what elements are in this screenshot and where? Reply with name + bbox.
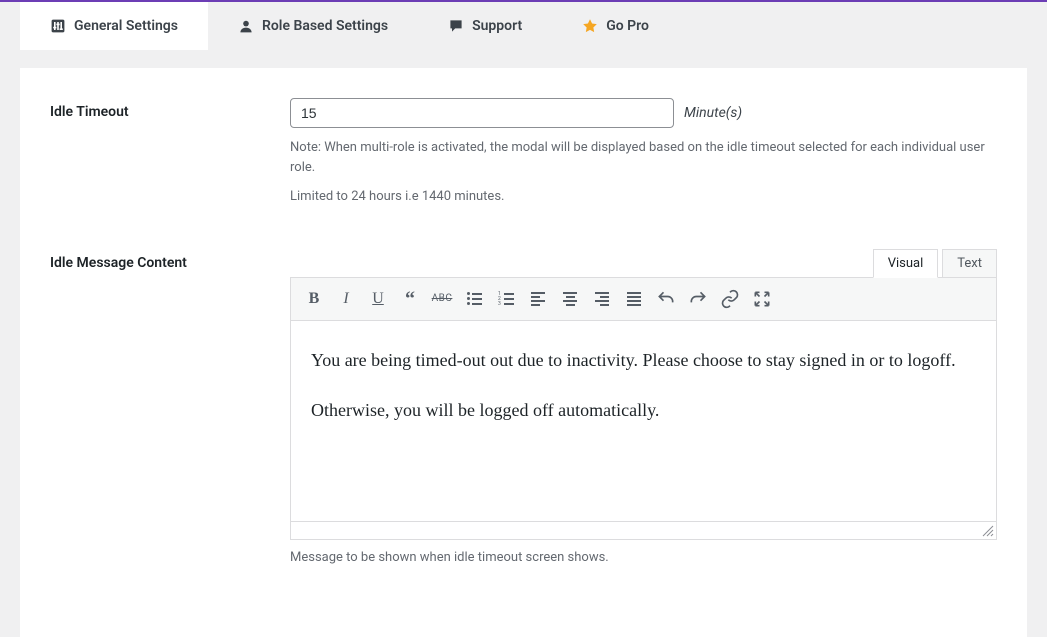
editor-statusbar — [291, 521, 996, 539]
align-center-button[interactable] — [555, 284, 585, 314]
align-right-button[interactable] — [587, 284, 617, 314]
underline-button[interactable]: U — [363, 284, 393, 314]
idle-timeout-note-2: Limited to 24 hours i.e 1440 minutes. — [290, 187, 997, 207]
sliders-icon — [50, 18, 66, 34]
editor-content-area[interactable]: You are being timed-out out due to inact… — [291, 321, 996, 521]
tab-go-pro[interactable]: Go Pro — [552, 2, 679, 50]
idle-message-help: Message to be shown when idle timeout sc… — [290, 550, 997, 565]
tab-label: General Settings — [74, 18, 178, 34]
bullet-list-button[interactable] — [459, 284, 489, 314]
bold-button[interactable]: B — [299, 284, 329, 314]
idle-timeout-input[interactable] — [290, 98, 674, 128]
editor-tab-text[interactable]: Text — [942, 249, 997, 278]
tab-label: Support — [472, 18, 522, 34]
tab-general-settings[interactable]: General Settings — [20, 2, 208, 50]
italic-button[interactable]: I — [331, 284, 361, 314]
idle-timeout-row: Idle Timeout Minute(s) Note: When multi-… — [50, 98, 997, 207]
settings-tabs: General Settings Role Based Settings Sup… — [0, 0, 1047, 50]
star-icon — [582, 18, 598, 34]
link-button[interactable] — [715, 284, 745, 314]
editor-tab-visual[interactable]: Visual — [873, 249, 939, 278]
idle-message-label: Idle Message Content — [50, 249, 290, 271]
chat-icon — [448, 18, 464, 34]
editor-mode-tabs: Visual Text — [290, 249, 997, 278]
message-paragraph-1: You are being timed-out out due to inact… — [311, 346, 976, 375]
blockquote-button[interactable]: “ — [395, 284, 425, 314]
tab-label: Role Based Settings — [262, 18, 388, 34]
align-left-button[interactable] — [523, 284, 553, 314]
message-paragraph-2: Otherwise, you will be logged off automa… — [311, 396, 976, 425]
idle-message-row: Idle Message Content Visual Text B I U “… — [50, 249, 997, 565]
redo-button[interactable] — [683, 284, 713, 314]
strikethrough-button[interactable]: ABC — [427, 284, 457, 314]
undo-button[interactable] — [651, 284, 681, 314]
settings-panel: Idle Timeout Minute(s) Note: When multi-… — [20, 68, 1027, 637]
resize-handle-icon[interactable] — [982, 525, 994, 537]
idle-timeout-label: Idle Timeout — [50, 98, 290, 120]
tab-support[interactable]: Support — [418, 2, 552, 50]
idle-timeout-note-1: Note: When multi-role is activated, the … — [290, 138, 997, 177]
wysiwyg-editor: B I U “ ABC 123 — [290, 277, 997, 540]
numbered-list-button[interactable]: 123 — [491, 284, 521, 314]
tab-role-based-settings[interactable]: Role Based Settings — [208, 2, 418, 50]
tab-label: Go Pro — [606, 18, 649, 34]
idle-timeout-unit: Minute(s) — [684, 105, 742, 121]
user-icon — [238, 18, 254, 34]
fullscreen-button[interactable] — [747, 284, 777, 314]
editor-toolbar: B I U “ ABC 123 — [291, 278, 996, 321]
align-justify-button[interactable] — [619, 284, 649, 314]
